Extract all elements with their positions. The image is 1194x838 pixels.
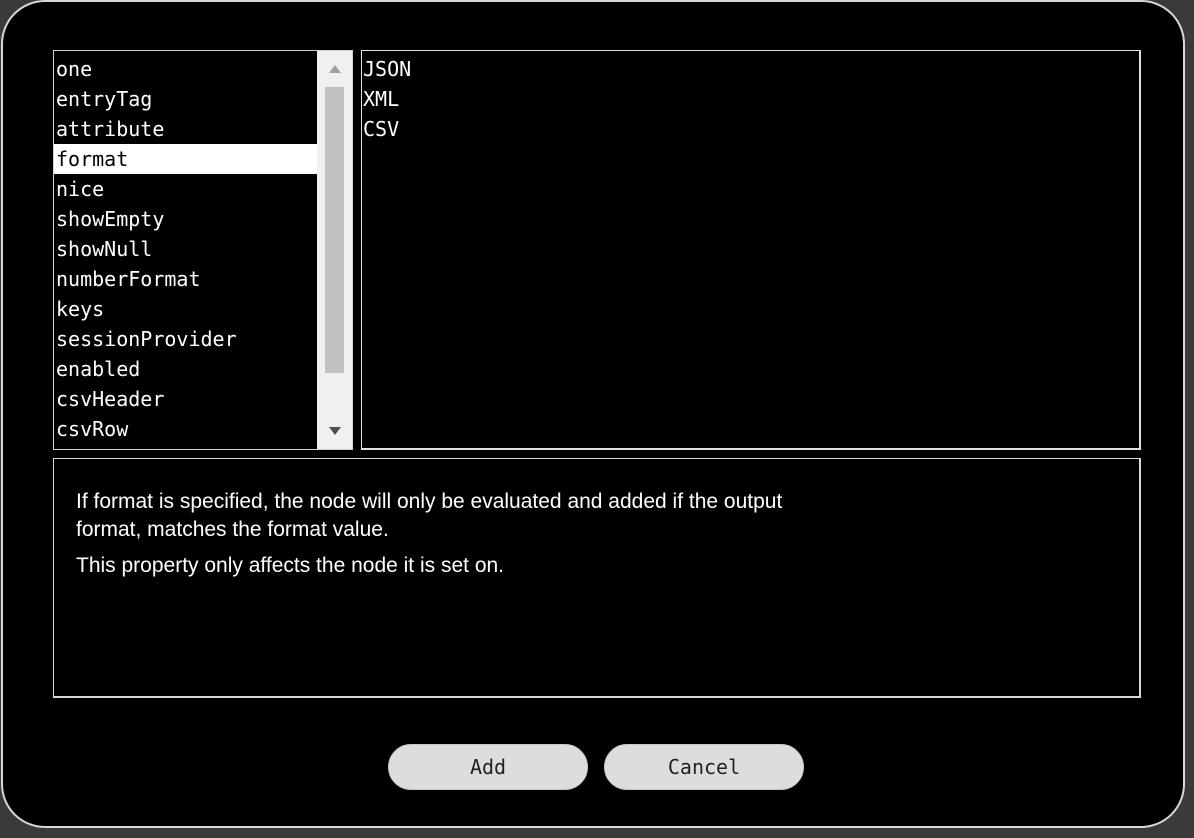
scroll-down-arrow-icon[interactable] <box>317 413 352 449</box>
property-list[interactable]: one entryTag attribute format nice showE… <box>53 50 353 450</box>
property-list-scrollbar[interactable] <box>317 51 352 449</box>
property-item-shownull[interactable]: showNull <box>54 234 317 264</box>
value-item-xml[interactable]: XML <box>363 84 399 114</box>
scroll-thumb[interactable] <box>325 87 344 373</box>
add-button[interactable]: Add <box>388 744 588 790</box>
property-item-showempty[interactable]: showEmpty <box>54 204 317 234</box>
property-item-enabled[interactable]: enabled <box>54 354 317 384</box>
value-item-csv[interactable]: CSV <box>363 114 399 144</box>
property-item-one[interactable]: one <box>54 54 317 84</box>
description-paragraph: If format is specified, the node will on… <box>76 490 783 541</box>
property-item-numberformat[interactable]: numberFormat <box>54 264 317 294</box>
description-note: This property only affects the node it i… <box>76 554 505 577</box>
value-list[interactable]: JSON XML CSV <box>361 50 1141 450</box>
property-item-csvrow[interactable]: csvRow <box>54 414 317 444</box>
property-description: If format is specified, the node will on… <box>53 458 1141 698</box>
property-dialog: one entryTag attribute format nice showE… <box>1 0 1185 828</box>
property-item-csvheader[interactable]: csvHeader <box>54 384 317 414</box>
property-item-format[interactable]: format <box>54 144 317 174</box>
property-item-entrytag[interactable]: entryTag <box>54 84 317 114</box>
property-item-keys[interactable]: keys <box>54 294 317 324</box>
property-item-attribute[interactable]: attribute <box>54 114 317 144</box>
property-item-sessionprovider[interactable]: sessionProvider <box>54 324 317 354</box>
value-item-json[interactable]: JSON <box>363 54 411 84</box>
property-item-nice[interactable]: nice <box>54 174 317 204</box>
scroll-up-arrow-icon[interactable] <box>317 51 352 87</box>
cancel-button[interactable]: Cancel <box>604 744 804 790</box>
